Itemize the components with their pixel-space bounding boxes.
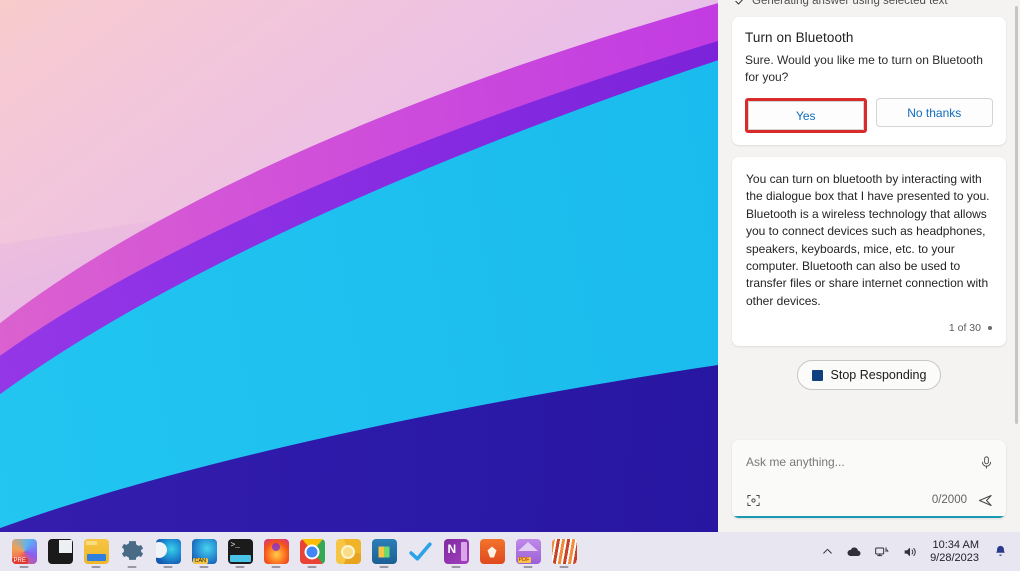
clock-date: 9/28/2023 (930, 551, 979, 564)
microsoft-store-icon (371, 539, 397, 564)
taskbar-icon-pdf-home[interactable] (510, 534, 546, 570)
bluetooth-dialog-card: Turn on Bluetooth Sure. Would you like m… (732, 17, 1006, 145)
send-icon (978, 494, 992, 506)
chrome-canary-icon (335, 539, 361, 564)
show-hidden-icons-button[interactable] (815, 535, 840, 569)
chevron-up-icon (823, 548, 832, 554)
character-counter: 0/2000 (931, 494, 967, 506)
stripes-app-icon (551, 539, 577, 564)
taskbar-icon-chrome[interactable] (294, 534, 330, 570)
checkmark-icon (408, 542, 432, 561)
desktop-wallpaper[interactable] (0, 0, 718, 532)
assistant-answer-card: You can turn on bluetooth by interacting… (732, 157, 1006, 347)
stop-square-icon (811, 369, 823, 381)
notifications-button[interactable] (987, 535, 1012, 569)
generating-status-label: Generating answer using selected text (752, 0, 948, 7)
onenote-icon (443, 539, 469, 564)
gear-icon (121, 541, 143, 560)
system-tray: 10:34 AM 9/28/2023 (815, 532, 1020, 571)
taskbar-icon-chrome-canary[interactable] (330, 534, 366, 570)
stop-responding-row: Stop Responding (732, 360, 1006, 391)
dialog-body-text: Sure. Would you like me to turn on Bluet… (745, 53, 983, 84)
clock-button[interactable]: 10:34 AM 9/28/2023 (924, 539, 987, 565)
taskbar-icon-onenote[interactable] (438, 534, 474, 570)
copilot-conversation-scroll: Generating answer using selected text Tu… (718, 0, 1020, 406)
speaker-icon (904, 547, 916, 556)
taskbar-icon-edge-canary[interactable] (186, 534, 222, 570)
composer-input-row (732, 440, 1006, 484)
desktop-screen: Generating answer using selected text Tu… (0, 0, 1020, 571)
yes-button-highlight: Yes (745, 98, 867, 133)
scan-capture-button[interactable] (746, 493, 761, 508)
clock-time: 10:34 AM (932, 538, 979, 551)
check-icon (735, 0, 743, 5)
no-thanks-button[interactable]: No thanks (875, 98, 993, 127)
volume-button[interactable] (896, 535, 924, 569)
dark-app-icon (47, 539, 73, 564)
cloud-status-button[interactable] (840, 535, 868, 569)
assistant-answer-text: You can turn on bluetooth by interacting… (746, 172, 990, 308)
edge-canary-icon (191, 539, 217, 564)
chrome-icon (299, 539, 325, 564)
taskbar-icon-brave[interactable] (474, 534, 510, 570)
answer-card-footer: 1 of 30 (746, 310, 992, 346)
stop-responding-label: Stop Responding (830, 368, 927, 383)
pdf-home-icon (515, 539, 541, 564)
microsoft-edge-icon (155, 539, 181, 564)
taskbar-icon-pdf-presenter[interactable] (6, 534, 42, 570)
dialog-action-row: Yes No thanks (745, 98, 993, 133)
pdf-presenter-icon (11, 539, 37, 564)
answer-status-dot-icon (988, 326, 992, 331)
network-button[interactable] (868, 535, 896, 569)
panel-scrollbar[interactable] (1015, 6, 1018, 424)
send-button[interactable] (977, 492, 994, 509)
stop-responding-button[interactable]: Stop Responding (796, 360, 942, 391)
taskbar-icon-file-explorer[interactable] (78, 534, 114, 570)
brave-icon (479, 539, 505, 564)
composer-tool-row: 0/2000 (732, 484, 1006, 516)
taskbar-icon-firefox[interactable] (258, 534, 294, 570)
composer-focus-accent (732, 516, 1006, 518)
generating-status-row: Generating answer using selected text (732, 0, 1006, 8)
taskbar-icon-microsoft-store[interactable] (366, 534, 402, 570)
microphone-icon (981, 455, 992, 469)
taskbar: 10:34 AM 9/28/2023 (0, 532, 1020, 571)
dialog-title: Turn on Bluetooth (745, 30, 854, 45)
taskbar-icon-settings[interactable] (114, 534, 150, 570)
scan-capture-icon (747, 494, 760, 506)
taskbar-icon-strip (0, 534, 582, 570)
cloud-icon (847, 546, 861, 556)
taskbar-icon-terminal[interactable] (222, 534, 258, 570)
ask-me-anything-input[interactable] (746, 455, 979, 469)
taskbar-icon-dark-app[interactable] (42, 534, 78, 570)
yes-button[interactable]: Yes (748, 101, 864, 130)
answer-pagination-label: 1 of 30 (948, 322, 981, 335)
network-icon (875, 546, 889, 556)
taskbar-icon-stripes-app[interactable] (546, 534, 582, 570)
taskbar-icon-microsoft-edge[interactable] (150, 534, 186, 570)
bell-icon (996, 545, 1005, 556)
composer-box: 0/2000 (732, 440, 1006, 518)
copilot-panel: Generating answer using selected text Tu… (718, 0, 1020, 532)
microphone-button[interactable] (979, 455, 994, 470)
taskbar-icon-todo[interactable] (402, 534, 438, 570)
terminal-icon (227, 539, 253, 564)
firefox-icon (263, 539, 289, 564)
file-explorer-icon (83, 539, 109, 564)
